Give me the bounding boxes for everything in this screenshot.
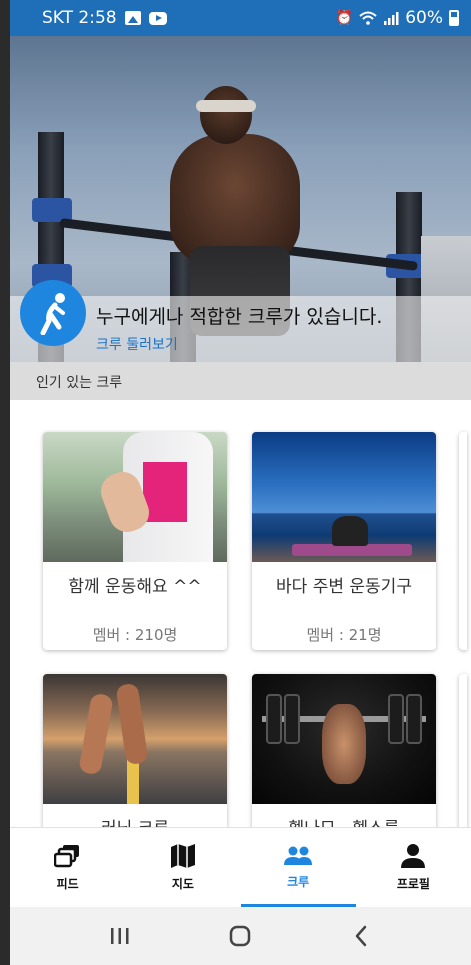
system-navigation-bar [10, 907, 471, 965]
nav-label-feed: 피드 [56, 877, 79, 891]
gallery-notification-icon [124, 11, 141, 25]
crew-card-image [252, 674, 436, 804]
battery-percent: 60% [405, 8, 443, 28]
signal-icon [384, 12, 399, 25]
profile-icon [401, 844, 426, 868]
hero-title: 누구에게나 적합한 크루가 있습니다. [96, 306, 383, 328]
crew-card-image [252, 432, 436, 562]
browse-crews-link[interactable]: 크루 둘러보기 [96, 334, 178, 354]
nav-label-crew: 크루 [287, 875, 310, 889]
screen-left-edge [0, 0, 10, 965]
bottom-navigation: 피드 지도 크루 프로필 [10, 827, 471, 907]
crew-icon [284, 846, 313, 865]
back-button[interactable] [341, 916, 381, 956]
wifi-icon [359, 11, 377, 25]
crew-card[interactable]: 함께 운동해요 ^^ 멤버 : 210명 [43, 432, 227, 650]
nav-item-crew[interactable]: 크루 [240, 828, 357, 907]
home-button[interactable] [220, 916, 260, 956]
crew-card[interactable]: 러닝 크루 [43, 674, 227, 827]
nav-item-profile[interactable]: 프로필 [356, 828, 471, 907]
hero-caption: 누구에게나 적합한 크루가 있습니다. 크루 둘러보기 [10, 280, 471, 362]
map-icon [170, 844, 195, 868]
recent-apps-icon [111, 928, 129, 944]
crew-card-peek[interactable] [459, 432, 467, 650]
crew-card-name: 러닝 크루 [43, 814, 227, 827]
crew-card[interactable]: 헬나모 - 헬스를 [252, 674, 436, 827]
runner-logo-icon [20, 280, 86, 346]
crew-card-members: 멤버 : 210명 [92, 626, 178, 644]
nav-label-profile: 프로필 [396, 877, 430, 891]
nav-label-map: 지도 [171, 877, 194, 891]
home-icon [230, 925, 251, 947]
youtube-notification-icon [148, 11, 167, 25]
crew-card-name: 바다 주변 운동기구 [276, 577, 412, 597]
battery-icon [449, 10, 459, 26]
crew-card-members: 멤버 : 21명 [306, 626, 382, 644]
crew-card-image [43, 674, 227, 804]
nav-item-map[interactable]: 지도 [125, 828, 240, 907]
crew-card-name: 함께 운동해요 ^^ [68, 577, 202, 597]
alarm-icon: ⏰ [335, 10, 354, 26]
crew-card-name: 헬나모 - 헬스를 [252, 814, 436, 827]
crew-card-peek[interactable] [459, 674, 467, 827]
app-screen: SKT 2:58 ⏰ 60% 누구에게나 적합한 크루가 있습니다. 크루 둘러… [0, 0, 471, 965]
feed-icon [53, 845, 79, 868]
section-title: 인기 있는 크루 [10, 362, 471, 400]
status-bar: SKT 2:58 ⏰ 60% [10, 0, 471, 36]
crew-card-image [43, 432, 227, 562]
crew-list[interactable]: 함께 운동해요 ^^ 멤버 : 210명 바다 주변 운동기구 멤버 : 21명… [10, 400, 471, 827]
nav-item-feed[interactable]: 피드 [10, 828, 125, 907]
status-time: SKT 2:58 [42, 8, 117, 28]
recent-apps-button[interactable] [100, 916, 140, 956]
back-icon [355, 925, 367, 947]
crew-card[interactable]: 바다 주변 운동기구 멤버 : 21명 [252, 432, 436, 650]
